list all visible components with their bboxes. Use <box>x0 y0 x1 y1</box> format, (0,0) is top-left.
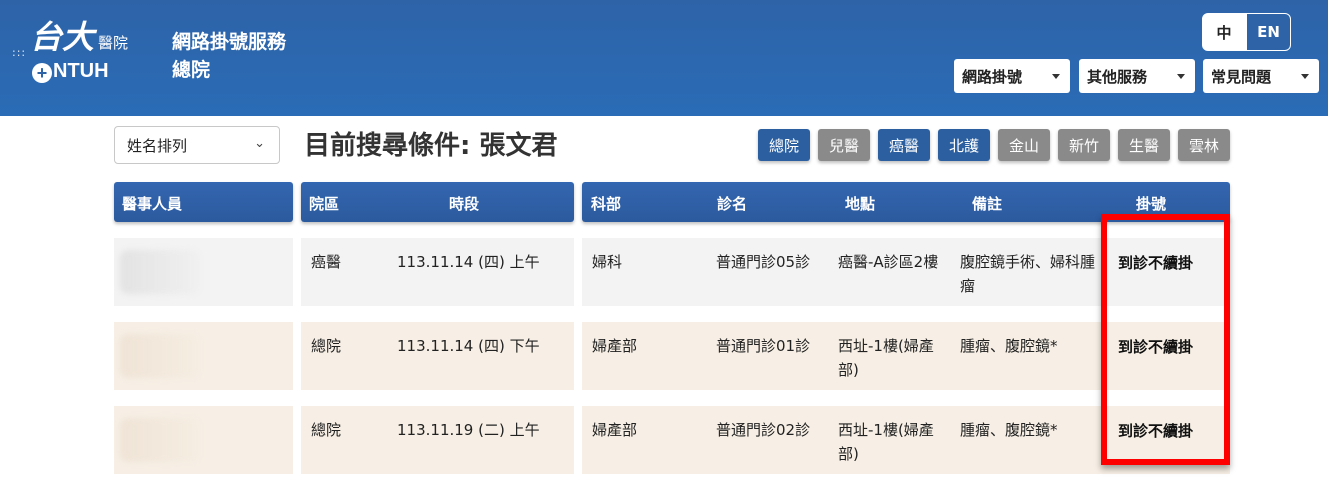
row-location: 西址-1樓(婦產 <box>838 337 934 355</box>
cross-icon: + <box>32 63 52 83</box>
table-row-schedule-cell: 癌醫 113.11.14 (四) 上午 <box>301 238 574 306</box>
campus-filter-hsinchu[interactable]: 新竹 <box>1058 129 1110 161</box>
top-header-bar: ::: 台大 醫院 + NTUH 網路掛號服務 總院 中 EN 網路掛號 其他服務… <box>0 0 1328 116</box>
row-location-line2: 部) <box>838 445 859 463</box>
site-title-campus: 總院 <box>172 59 211 81</box>
table-row-detail-cell: 婦產部 普通門診01診 西址-1樓(婦產 部) 腫瘤、腹腔鏡* 到診不續掛 <box>582 322 1230 390</box>
row-campus: 癌醫 <box>311 253 342 271</box>
logo-sub-text: 醫院 <box>98 34 129 52</box>
campus-filter-main[interactable]: 總院 <box>758 129 810 161</box>
campus-filter-yunlin[interactable]: 雲林 <box>1178 129 1230 161</box>
header-clinic: 診名 <box>717 195 748 213</box>
logo-ntuh-text: NTUH <box>53 60 109 82</box>
row-location-line2: 部) <box>838 361 859 379</box>
ntuh-logo[interactable]: ::: 台大 醫院 + NTUH <box>12 18 152 88</box>
header-campus: 院區 <box>309 195 340 213</box>
blurred-doctor-name <box>120 334 200 378</box>
menu-faq-label: 常見問題 <box>1211 67 1272 86</box>
row-dept: 婦科 <box>592 253 623 271</box>
row-clinic: 普通門診05診 <box>716 253 811 271</box>
table-header-staff: 醫事人員 <box>114 182 293 222</box>
campus-filter-biomedical[interactable]: 生醫 <box>1118 129 1170 161</box>
table-row-staff-cell <box>114 322 293 390</box>
logo-main-text: 台大 <box>30 18 95 56</box>
table-row-staff-cell <box>114 406 293 474</box>
table-row-staff-cell <box>114 238 293 306</box>
row-location: 癌醫-A診區2樓 <box>838 253 939 271</box>
header-dept: 科部 <box>591 195 622 213</box>
row-dept: 婦產部 <box>592 337 638 355</box>
logo-dots-icon: ::: <box>12 46 27 59</box>
row-period: 113.11.14 (四) 下午 <box>397 337 540 355</box>
caret-down-icon <box>1052 74 1060 79</box>
table-header-schedule: 院區 時段 <box>301 182 574 222</box>
search-criteria-title: 目前搜尋條件: 張文君 <box>304 131 558 161</box>
sort-order-value: 姓名排列 <box>127 136 188 155</box>
row-dept: 婦產部 <box>592 421 638 439</box>
header-period: 時段 <box>449 195 480 213</box>
blurred-doctor-name <box>120 250 200 294</box>
campus-filter-children[interactable]: 兒醫 <box>818 129 870 161</box>
site-title: 網路掛號服務 總院 <box>172 28 286 84</box>
header-staff: 醫事人員 <box>122 195 183 213</box>
menu-online-registration-label: 網路掛號 <box>962 67 1023 86</box>
register-status[interactable]: 到診不續掛 <box>1118 252 1193 273</box>
row-campus: 總院 <box>311 421 342 439</box>
lang-en-button[interactable]: EN <box>1246 13 1291 51</box>
menu-faq[interactable]: 常見問題 <box>1203 59 1319 93</box>
row-clinic: 普通門診01診 <box>716 337 811 355</box>
row-period: 113.11.19 (二) 上午 <box>397 421 540 439</box>
campus-filter-cancer[interactable]: 癌醫 <box>878 129 930 161</box>
campus-filter-beihu[interactable]: 北護 <box>938 129 990 161</box>
blurred-doctor-name <box>120 418 200 462</box>
header-register: 掛號 <box>1136 195 1167 213</box>
table-header-detail: 科部 診名 地點 備註 掛號 <box>582 182 1230 222</box>
row-note: 腫瘤、腹腔鏡* <box>960 337 1058 355</box>
menu-other-services[interactable]: 其他服務 <box>1079 59 1195 93</box>
sort-order-select[interactable]: 姓名排列 ⌄ <box>114 126 280 164</box>
row-note-line2: 瘤 <box>960 277 976 295</box>
language-switcher: 中 EN <box>1202 13 1291 51</box>
row-clinic: 普通門診02診 <box>716 421 811 439</box>
logo-ntuh: + NTUH <box>32 60 109 83</box>
chevron-down-icon: ⌄ <box>254 136 265 151</box>
row-campus: 總院 <box>311 337 342 355</box>
table-row-detail-cell: 婦科 普通門診05診 癌醫-A診區2樓 腹腔鏡手術、婦科腫 瘤 到診不續掛 <box>582 238 1230 306</box>
row-period: 113.11.14 (四) 上午 <box>397 253 540 271</box>
header-location: 地點 <box>845 195 876 213</box>
campus-filter-jinshan[interactable]: 金山 <box>998 129 1050 161</box>
caret-down-icon <box>1177 74 1185 79</box>
menu-online-registration[interactable]: 網路掛號 <box>954 59 1070 93</box>
menu-other-services-label: 其他服務 <box>1087 67 1148 86</box>
row-note: 腫瘤、腹腔鏡* <box>960 421 1058 439</box>
table-row-schedule-cell: 總院 113.11.14 (四) 下午 <box>301 322 574 390</box>
table-row-detail-cell: 婦產部 普通門診02診 西址-1樓(婦產 部) 腫瘤、腹腔鏡* 到診不續掛 <box>582 406 1230 474</box>
row-location: 西址-1樓(婦產 <box>838 421 934 439</box>
header-note: 備註 <box>972 195 1003 213</box>
lang-zh-button[interactable]: 中 <box>1202 13 1246 51</box>
row-note: 腹腔鏡手術、婦科腫 <box>960 253 1096 271</box>
caret-down-icon <box>1301 74 1309 79</box>
register-status[interactable]: 到診不續掛 <box>1118 420 1193 441</box>
register-status[interactable]: 到診不續掛 <box>1118 336 1193 357</box>
site-title-main: 網路掛號服務 <box>172 31 287 53</box>
table-row-schedule-cell: 總院 113.11.19 (二) 上午 <box>301 406 574 474</box>
